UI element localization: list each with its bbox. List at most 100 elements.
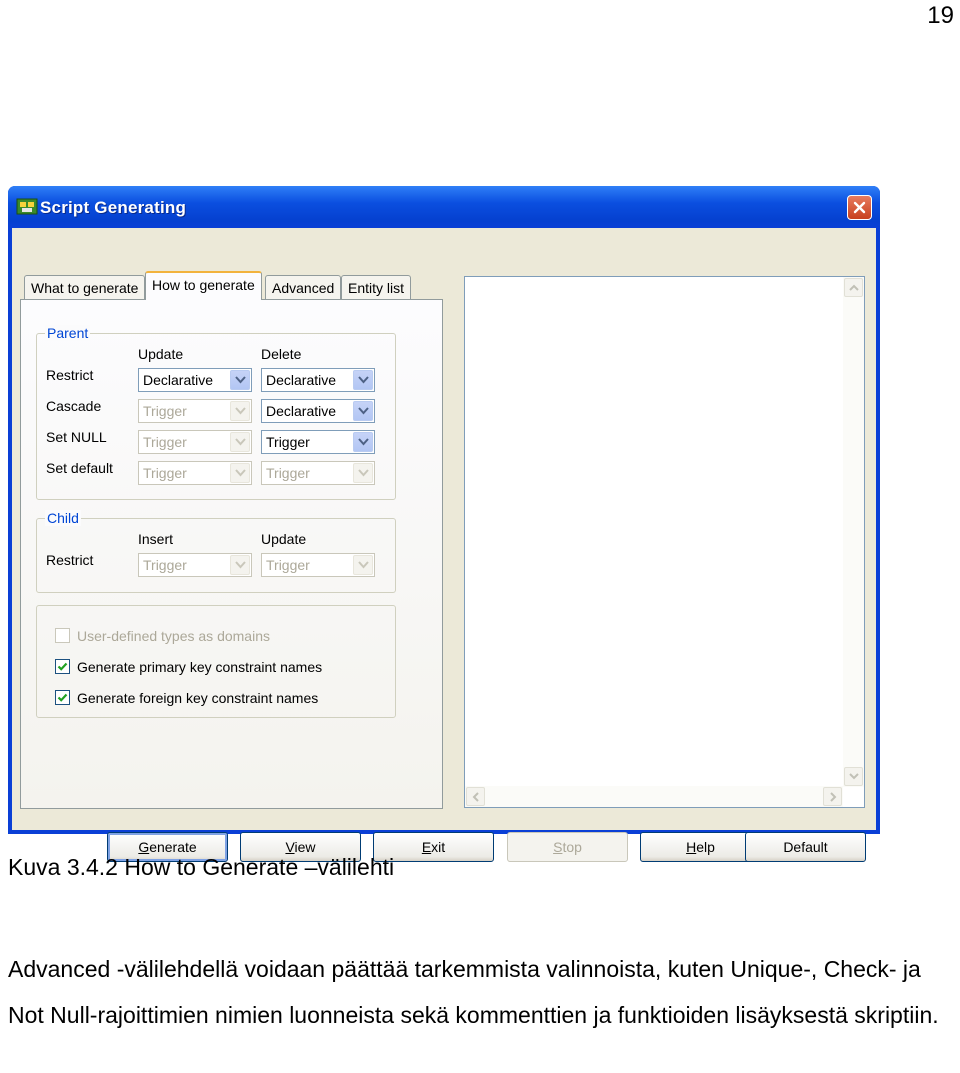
chevron-down-icon [358, 469, 369, 477]
chevron-down-icon [849, 773, 859, 780]
dropdown-arrow [230, 463, 250, 483]
help-button[interactable]: Help [640, 832, 761, 862]
combo-value: Trigger [143, 557, 187, 573]
help-label: elp [696, 839, 715, 855]
title-bar[interactable]: Script Generating [8, 186, 880, 228]
help-mnemonic: H [686, 839, 697, 855]
stop-label: top [562, 839, 582, 855]
checkbox-label: User-defined types as domains [77, 628, 270, 644]
chevron-down-icon [358, 376, 369, 384]
chevron-down-icon [235, 376, 246, 384]
parent-row-label: Set default [46, 460, 113, 476]
tab-entity-list[interactable]: Entity list [341, 275, 412, 299]
checkbox-label: Generate primary key constraint names [77, 659, 323, 675]
app-icon [16, 198, 38, 215]
chevron-down-icon [235, 469, 246, 477]
body-paragraph: Advanced -välilehdellä voidaan päättää t… [8, 956, 939, 1028]
child-group-label: Child [45, 510, 81, 526]
tab-advanced[interactable]: Advanced [265, 275, 342, 299]
child-insert-combo: Trigger [138, 553, 252, 577]
combo-value: Declarative [266, 403, 337, 419]
combo-value: Declarative [266, 372, 337, 388]
combo-value: Trigger [143, 403, 187, 419]
tab-how-to-generate[interactable]: How to generate [145, 271, 262, 300]
scroll-up-button[interactable] [844, 278, 863, 297]
script-preview-area[interactable] [464, 276, 865, 808]
child-group: Child Insert Update Restrict Trigger Tri… [36, 510, 396, 593]
page-number: 19 [927, 2, 954, 29]
set-null-update-combo: Trigger [138, 430, 252, 454]
close-button[interactable] [847, 195, 872, 220]
combo-value: Trigger [143, 465, 187, 481]
stop-button: Stop [507, 832, 628, 862]
window-client-area: What to generate How to generate Advance… [12, 228, 876, 862]
dropdown-arrow [353, 555, 373, 575]
dropdown-arrow[interactable] [353, 401, 373, 421]
checkbox-box[interactable] [55, 659, 70, 674]
view-label: iew [294, 839, 316, 855]
chevron-left-icon [472, 792, 479, 802]
combo-value: Trigger [266, 434, 310, 450]
close-icon [853, 201, 866, 214]
dropdown-arrow[interactable] [353, 370, 373, 390]
scroll-right-button[interactable] [823, 787, 842, 806]
dropdown-arrow [230, 555, 250, 575]
cascade-delete-combo[interactable]: Declarative [261, 399, 375, 423]
cascade-update-combo: Trigger [138, 399, 252, 423]
checkbox-label: Generate foreign key constraint names [77, 690, 319, 706]
generate-label: enerate [149, 839, 197, 855]
parent-row-label: Set NULL [46, 429, 107, 445]
chevron-down-icon [235, 561, 246, 569]
how-to-generate-panel: Parent Update Delete Restrict Cascade Se… [20, 299, 443, 809]
checkmark-icon [57, 693, 68, 702]
script-generating-window: Script Generating What to generate How t… [8, 186, 880, 862]
combo-value: Trigger [266, 465, 310, 481]
parent-row-label: Cascade [46, 398, 102, 414]
child-insert-header: Insert [138, 531, 174, 547]
set-null-delete-combo[interactable]: Trigger [261, 430, 375, 454]
restrict-update-combo[interactable]: Declarative [138, 368, 252, 392]
scroll-left-button[interactable] [466, 787, 485, 806]
dropdown-arrow[interactable] [353, 432, 373, 452]
chevron-down-icon [358, 407, 369, 415]
dropdown-arrow[interactable] [230, 370, 250, 390]
restrict-delete-combo[interactable]: Declarative [261, 368, 375, 392]
child-update-header: Update [261, 531, 307, 547]
parent-group: Parent Update Delete Restrict Cascade Se… [36, 325, 396, 500]
chevron-down-icon [235, 407, 246, 415]
chevron-down-icon [235, 438, 246, 446]
set-default-update-combo: Trigger [138, 461, 252, 485]
horizontal-scrollbar[interactable] [465, 786, 843, 807]
generate-mnemonic: G [138, 839, 150, 855]
chevron-right-icon [830, 792, 837, 802]
checkbox-box[interactable] [55, 690, 70, 705]
parent-delete-header: Delete [261, 346, 302, 362]
parent-update-header: Update [138, 346, 184, 362]
checkmark-icon [57, 662, 68, 671]
tab-what-to-generate[interactable]: What to generate [24, 275, 146, 299]
vertical-scrollbar[interactable] [843, 277, 864, 787]
exit-label: xit [431, 839, 446, 855]
default-button[interactable]: Default [745, 832, 866, 862]
checkbox-box [55, 628, 70, 643]
parent-group-label: Parent [45, 325, 91, 341]
window-title: Script Generating [40, 198, 187, 217]
view-mnemonic: V [285, 839, 295, 855]
combo-value: Declarative [143, 372, 214, 388]
combo-value: Trigger [143, 434, 187, 450]
combo-value: Trigger [266, 557, 310, 573]
scroll-down-button[interactable] [844, 767, 863, 786]
dropdown-arrow [230, 401, 250, 421]
chevron-down-icon [358, 561, 369, 569]
figure-caption: Kuva 3.4.2 How to Generate –välilehti [8, 854, 395, 880]
dropdown-arrow [230, 432, 250, 452]
exit-mnemonic: E [421, 839, 432, 855]
chevron-down-icon [358, 438, 369, 446]
parent-row-label: Restrict [46, 367, 94, 383]
set-default-delete-combo: Trigger [261, 461, 375, 485]
child-update-combo: Trigger [261, 553, 375, 577]
child-row-label: Restrict [46, 552, 94, 568]
options-group: User-defined types as domains Generate p… [36, 605, 396, 718]
dropdown-arrow [353, 463, 373, 483]
chevron-up-icon [849, 284, 859, 291]
